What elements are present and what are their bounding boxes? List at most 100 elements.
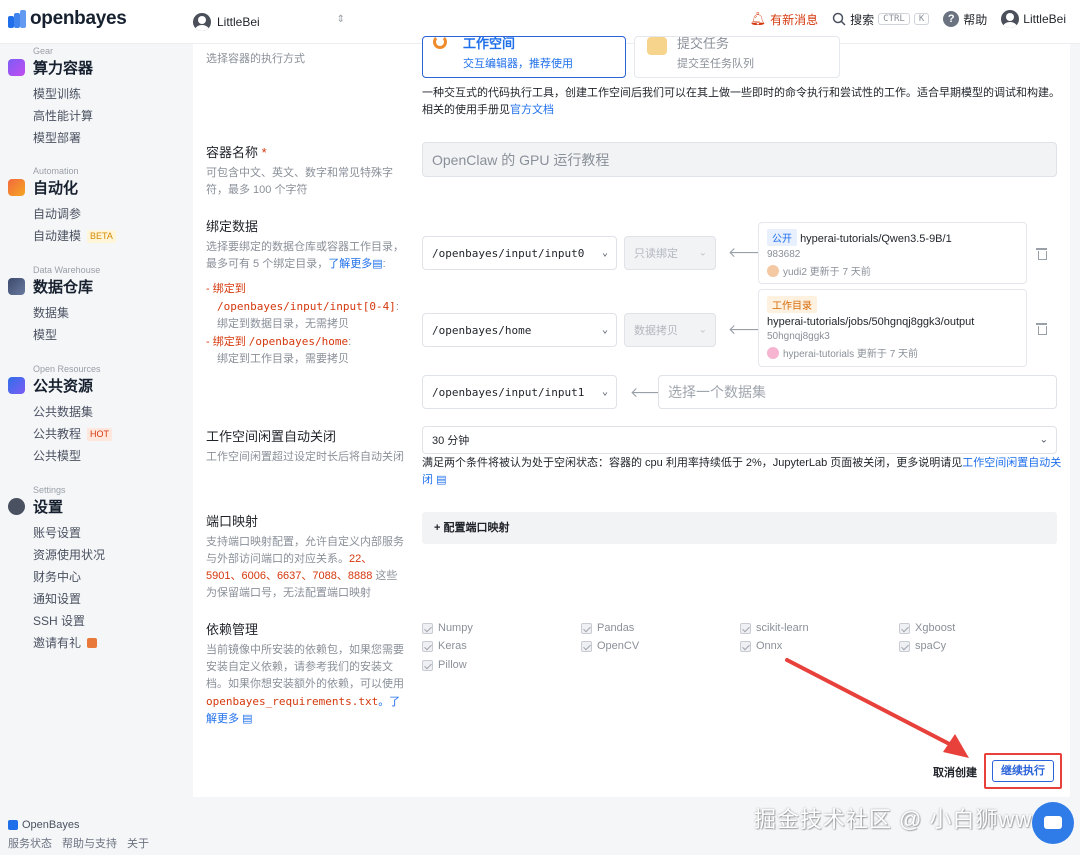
select-value: 只读绑定: [634, 248, 678, 260]
section-head[interactable]: 数据仓库: [8, 276, 100, 297]
footer-link-about[interactable]: 关于: [127, 835, 149, 851]
user-avatar-icon: [767, 346, 779, 359]
section-title: 公共资源: [33, 378, 94, 395]
sidebar-item-training[interactable]: 模型训练: [33, 83, 93, 105]
sidebar-item-public-datasets[interactable]: 公共数据集: [33, 401, 112, 423]
annotation-arrow-icon: [785, 658, 969, 758]
help-link[interactable]: ? 帮助: [943, 11, 987, 28]
footer-link-status[interactable]: 服务状态: [8, 835, 52, 851]
select-value: 数据拷贝: [634, 325, 678, 337]
docs-link[interactable]: 官方文档: [510, 104, 554, 116]
search-button[interactable]: 搜索 CTRL K: [832, 11, 930, 28]
bind-desc-colon: :: [382, 258, 386, 270]
port-desc-text: 支持端口映射配置，允许自定义内部服务与外部访问端口的对应关系。: [206, 536, 404, 565]
kbd-k: K: [913, 13, 930, 25]
sidebar-item-models[interactable]: 模型: [33, 324, 100, 346]
rule-path: /openbayes/input/input[0-4]: [217, 300, 396, 313]
logo-small-icon: [8, 820, 18, 830]
rule-prefix: - 绑定到: [206, 336, 246, 348]
chevron-down-icon: ⌄: [601, 386, 608, 398]
chevron-down-icon: ⌄: [601, 247, 608, 259]
port-desc: 支持端口映射配置，允许自定义内部服务与外部访问端口的对应关系。22、5901、6…: [206, 534, 406, 602]
chat-support-icon[interactable]: [1032, 802, 1074, 844]
public-resources-icon: [8, 377, 25, 394]
sidebar-item-datasets[interactable]: 数据集: [33, 302, 100, 324]
sidebar-item-autotune[interactable]: 自动调参: [33, 203, 116, 225]
dep-pillow: Pillow: [422, 659, 467, 671]
sidebar-item-label: 邀请有礼: [33, 636, 82, 650]
bind-label-block: 绑定数据 选择要绑定的数据仓库或容器工作目录，最多可有 5 个绑定目录，了解更多…: [206, 216, 406, 368]
meta-text: yudi2 更新于 7 天前: [783, 267, 871, 278]
section-en-label: Settings: [33, 485, 66, 495]
dep-label: OpenCV: [597, 640, 640, 652]
exec-card-job[interactable]: 提交任务 提交至任务队列: [634, 36, 840, 78]
section-head[interactable]: 算力容器: [8, 57, 93, 78]
sidebar-item-ssh[interactable]: SSH 设置: [33, 610, 105, 632]
continue-button[interactable]: 继续执行: [992, 760, 1054, 782]
dataset-picker[interactable]: 选择一个数据集: [658, 375, 1057, 409]
exec-card-workspace[interactable]: 工作空间 交互编辑器，推荐使用: [422, 36, 626, 78]
sidebar-section-automation: Automation 自动化 自动调参 自动建模 BETA: [8, 166, 116, 247]
sidebar-item-public-models[interactable]: 公共模型: [33, 445, 112, 467]
dep-onnx: Onnx: [740, 640, 782, 652]
add-port-mapping-button[interactable]: + 配置端口映射: [422, 512, 1057, 544]
chevron-down-icon: ⌄: [698, 324, 707, 336]
name-desc: 可包含中文、英文、数字和常见特殊字符，最多 100 个字符: [206, 167, 393, 196]
select-value: /openbayes/input/input1: [432, 385, 585, 399]
doc-icon: ▤: [436, 474, 447, 486]
help-icon: ?: [943, 11, 960, 27]
user-name: LittleBei: [1023, 12, 1066, 26]
bind-path-select-1[interactable]: /openbayes/home ⌄: [422, 313, 617, 347]
sidebar-item-invite[interactable]: 邀请有礼: [33, 632, 105, 654]
dep-label: Numpy: [438, 622, 473, 634]
dataset-card-1[interactable]: 工作目录 hyperai-tutorials/jobs/50hgnqj8ggk3…: [758, 289, 1027, 367]
sidebar-item-usage[interactable]: 资源使用状况: [33, 544, 105, 566]
bell-icon: 🔔︎: [749, 11, 767, 26]
bind-mode-select-0[interactable]: 只读绑定 ⌄: [624, 236, 716, 270]
trash-icon[interactable]: [1036, 247, 1047, 260]
workspace-avatar-icon: [193, 13, 211, 31]
sidebar-item-public-tutorials[interactable]: 公共教程 HOT: [33, 423, 113, 445]
sidebar-item-account[interactable]: 账号设置: [33, 522, 105, 544]
news-link[interactable]: 🔔︎ 有新消息: [750, 11, 819, 28]
automation-icon: [8, 179, 25, 196]
user-menu[interactable]: LittleBei: [1001, 10, 1066, 28]
bind-mode-select-1[interactable]: 数据拷贝 ⌄: [624, 313, 716, 347]
port-label-block: 端口映射 支持端口映射配置，允许自定义内部服务与外部访问端口的对应关系。22、5…: [206, 511, 406, 602]
section-title: 自动化: [33, 180, 79, 197]
card-desc: 提交至任务队列: [677, 58, 754, 70]
section-title: 数据仓库: [33, 279, 94, 296]
section-title: 设置: [33, 499, 64, 516]
brand-logo[interactable]: openbayes: [8, 8, 127, 30]
workspace-switcher[interactable]: LittleBei ⇕: [193, 11, 345, 33]
section-head[interactable]: 自动化: [8, 177, 116, 198]
footer-brand-label: OpenBayes: [22, 819, 80, 831]
dataset-id: 983682: [767, 249, 801, 260]
sidebar-item-automodel[interactable]: 自动建模 BETA: [33, 225, 116, 247]
idle-label: 工作空间闲置自动关闭: [206, 429, 337, 444]
dataset-card-0[interactable]: 公开 hyperai-tutorials/Qwen3.5-9B/1 983682…: [758, 222, 1027, 284]
trash-icon[interactable]: [1036, 322, 1047, 335]
checkbox-icon: [422, 622, 433, 634]
sidebar-item-deploy[interactable]: 模型部署: [33, 127, 93, 149]
cancel-button[interactable]: 取消创建: [933, 764, 977, 780]
sidebar-item-label: 自动建模: [33, 229, 82, 243]
idle-timeout-select[interactable]: 30 分钟 ⌄: [422, 426, 1057, 454]
section-en-label: Gear: [33, 46, 54, 56]
container-name-input[interactable]: OpenClaw 的 GPU 运行教程: [422, 142, 1057, 177]
dep-label: spaCy: [915, 640, 947, 652]
bind-path-select-2[interactable]: /openbayes/input/input1 ⌄: [422, 375, 617, 409]
workdir-tag: 工作目录: [767, 296, 817, 313]
bind-label: 绑定数据: [206, 219, 259, 234]
exec-mode-note: 一种交互式的代码执行工具，创建工作空间后我们可以在其上做一些即时的命令执行和尝试…: [422, 85, 1062, 119]
footer-link-help[interactable]: 帮助与支持: [62, 835, 117, 851]
sidebar-item-finance[interactable]: 财务中心: [33, 566, 105, 588]
section-head[interactable]: 公共资源: [8, 375, 112, 396]
doc-icon: ▤: [372, 258, 383, 270]
section-head[interactable]: 设置: [8, 496, 105, 517]
sidebar-item-notifications[interactable]: 通知设置: [33, 588, 105, 610]
learn-more-link[interactable]: 了解更多: [328, 258, 372, 270]
create-container-form: 选择容器的执行方式 工作空间 交互编辑器，推荐使用 提交任务 提交至任务队列 一…: [193, 36, 1070, 797]
sidebar-item-hpc[interactable]: 高性能计算: [33, 105, 93, 127]
bind-path-select-0[interactable]: /openbayes/input/input0 ⌄: [422, 236, 617, 270]
